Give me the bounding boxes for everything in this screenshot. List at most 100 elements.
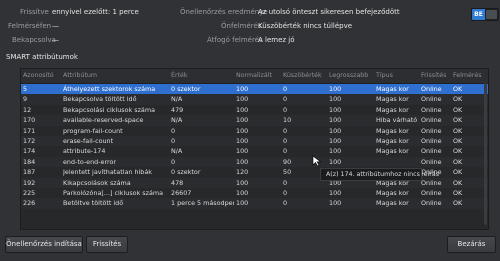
cell-updates: Online [421,85,442,93]
overall-assessment-value: A lemez jó [258,36,295,44]
table-row-selected[interactable]: 5 Áthelyezett szektorok száma 0 szektor 100… [21,84,488,95]
smart-toggle[interactable]: BE [471,8,499,21]
table-header: Azonosító Attribútum Érték Normalizált K… [21,69,488,84]
cell-assessment: OK [453,116,463,125]
table-row[interactable]: 184 end-to-end-error 0 100 90 100 Online OK [21,156,488,168]
cell-id: 226 [23,199,36,208]
assessment-value: — [52,22,59,30]
cell-id: 5 [23,85,28,93]
smart-attributes-table[interactable]: Azonosító Attribútum Érték Normalizált K… [20,68,489,230]
cell-attribute: end-to-end-error [63,157,117,166]
table-row[interactable]: 226 Betöltve töltött idő 1 perce 5 másodpe… [21,198,488,209]
cell-id: 12 [23,105,32,114]
toggle-on-label: BE [472,9,485,20]
updated-value: ennyivel ezelőtt: 1 perce [52,8,139,16]
cell-attribute: program-fail-count [63,126,123,135]
cell-value: 1 perce 5 másodperc [171,199,234,208]
cell-value: 0 [171,126,176,135]
toggle-knob [486,10,497,19]
table-row[interactable]: 171 program-fail-count 0 100 0 100 Magas kor On… [21,126,488,136]
cell-updates: Online [421,116,442,125]
cell-updates: Online [421,137,442,145]
cell-updates: Online [421,95,442,104]
cell-value: 0 [171,157,176,166]
cell-value: 0 szektor [171,85,201,93]
cell-id: 172 [23,137,36,145]
col-updates[interactable]: Frissítés [421,72,446,79]
table-row[interactable]: 174 attribute-174 N/A 100 0 100 Magas kor Onlin… [21,146,488,156]
cell-assessment: OK [453,189,463,197]
cell-normalized: 100 [236,126,249,135]
cell-id: 174 [23,147,36,156]
cell-normalized: 100 [236,157,249,166]
cell-id: 184 [23,157,36,166]
cell-worst: 100 [329,95,342,104]
cell-updates: Online [421,189,442,197]
col-id[interactable]: Azonosító [23,72,54,79]
cell-attribute: attribute-174 [63,147,106,156]
cell-normalized: 100 [236,105,249,114]
cell-threshold: 0 [283,85,288,93]
col-threshold[interactable]: Küszöbérték [283,72,322,79]
cell-threshold: 0 [283,105,288,114]
cell-assessment: OK [453,95,463,104]
cell-normalized: 100 [236,189,249,197]
powered-on-value: — [52,36,59,44]
cell-id: 192 [23,178,36,187]
table-scrollbar[interactable] [484,83,487,225]
cell-threshold: 0 [283,95,288,104]
cell-threshold: 0 [283,199,288,208]
col-value[interactable]: Érték [171,72,188,79]
cell-attribute: Jelentett javíthatatlan hibák [63,168,152,177]
cell-attribute: Bekapcsolva töltött idő [63,95,137,104]
cell-id: 225 [23,189,36,197]
table-row[interactable]: 172 erase-fail-count 0 100 0 100 Magas kor Onli… [21,136,488,147]
cell-updates: Online [421,147,442,156]
close-button[interactable]: Bezárás [447,236,496,253]
col-normalized[interactable]: Normalizált [236,72,272,79]
col-worst[interactable]: Legrosszabb [329,72,368,79]
col-attribute[interactable]: Attribútum [63,72,97,79]
overall-assessment-label: Átfogó felmérés [207,36,263,44]
cell-type: Hiba várható [376,116,418,125]
cell-attribute: Kikapcsolások száma [63,178,131,187]
cell-id: 171 [23,126,36,135]
cell-worst: 100 [329,126,342,135]
selftest-result-value: Az utolsó önteszt sikeresen befejeződött [258,8,400,16]
cell-worst: 100 [329,157,342,166]
cell-assessment: OK [453,137,463,145]
updated-label: Frissítve [20,8,49,16]
col-assessment[interactable]: Felmérés [453,72,482,79]
cell-assessment: OK [453,199,463,208]
cell-type: Magas kor [376,199,409,208]
cell-worst: 100 [329,116,342,125]
cell-worst: 100 [329,147,342,156]
cell-assessment: OK [453,157,463,166]
cell-worst: 100 [329,105,342,114]
cell-value: N/A [171,116,183,125]
table-row[interactable]: 9 Bekapcsolva töltött idő N/A 100 0 100 Magas … [21,94,488,105]
cell-normalized: 120 [236,168,249,177]
col-type[interactable]: Típus [376,72,393,79]
cell-assessment: OK [453,85,463,93]
cell-normalized: 100 [236,147,249,156]
cell-threshold: 10 [283,116,292,125]
start-selftest-button[interactable]: Önellenőrzés indítása [5,236,83,253]
cell-value: 0 [171,137,176,145]
table-row[interactable]: 170 available-reserved-space N/A 100 10 100 Hi… [21,115,488,126]
cell-normalized: 100 [236,199,249,208]
refresh-button[interactable]: Frissítés [86,236,128,253]
cell-type: Magas kor [376,95,409,104]
cell-normalized: 100 [236,116,249,125]
cell-type: Magas kor [376,126,409,135]
cell-worst: 100 [329,137,342,145]
cell-value: N/A [171,95,183,104]
table-row[interactable]: 12 Bekapcsolási ciklusok száma 479 100 0 100 M… [21,105,488,115]
cell-id: 9 [23,95,28,104]
cell-updates: Online [421,157,442,166]
cell-threshold: 0 [283,137,288,145]
table-row[interactable]: 225 Parkolózóna[...] ciklusok száma 26607 1… [21,188,488,198]
cell-assessment: OK [453,105,463,114]
cell-attribute: erase-fail-count [63,137,114,145]
cell-worst: 100 [329,189,342,197]
